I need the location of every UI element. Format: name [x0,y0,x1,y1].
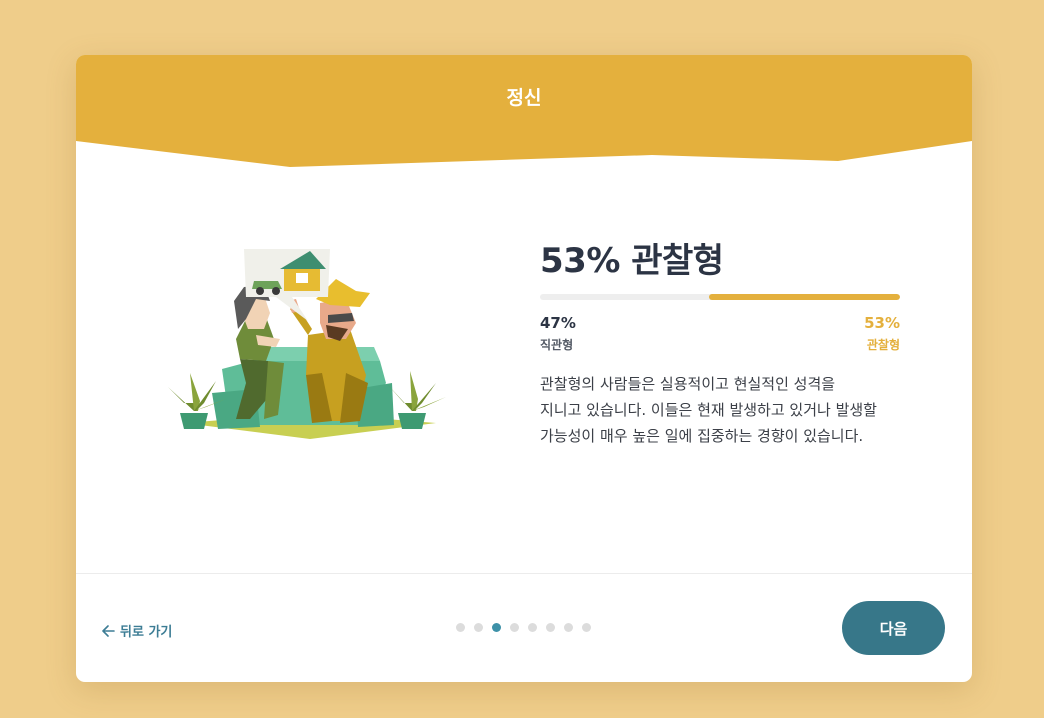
page-dot[interactable] [474,623,483,632]
result-card: 정신 53% 관찰형 47% 53% 직관형 관찰형 관찰형의 사람들은 실용적… [76,55,972,682]
page-dot[interactable] [510,623,519,632]
right-trait-label: 관찰형 [866,338,900,352]
footer-divider [76,573,972,574]
description-line: 가능성이 매우 높은 일에 집중하는 경향이 있습니다. [540,427,864,445]
section-title: 정신 [506,87,542,109]
result-description: 관찰형의 사람들은 실용적이고 현실적인 성격을 지니고 있습니다. 이들은 현… [540,371,920,449]
page-dot[interactable] [582,623,591,632]
back-button-label: 뒤로 가기 [120,625,173,640]
page-dot[interactable] [528,623,537,632]
arrow-left-icon [102,624,115,637]
right-percent: 53% [864,314,900,332]
progress-track [540,294,900,300]
back-button[interactable]: 뒤로 가기 [102,621,172,640]
observer-illustration [168,249,446,439]
page-dot-active[interactable] [492,623,501,632]
left-trait-label: 직관형 [540,338,574,352]
header-banner [76,55,972,167]
page-dot[interactable] [456,623,465,632]
progress-fill [709,294,900,300]
description-line: 관찰형의 사람들은 실용적이고 현실적인 성격을 [540,375,836,393]
next-button[interactable]: 다음 [842,601,945,655]
page-dot[interactable] [564,623,573,632]
description-line: 지니고 있습니다. 이들은 현재 발생하고 있거나 발생할 [540,401,877,419]
result-title: 53% 관찰형 [540,241,724,281]
page-dot[interactable] [546,623,555,632]
left-percent: 47% [540,314,576,332]
